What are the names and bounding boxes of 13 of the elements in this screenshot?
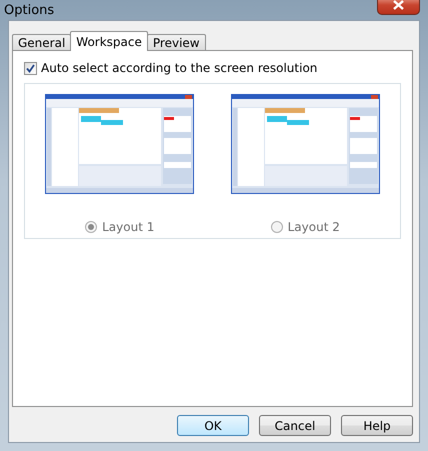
checkbox[interactable] (24, 62, 37, 74)
checkbox-label: Auto select according to the screen resolution (41, 61, 318, 75)
dialog-button[interactable]: Help (341, 415, 413, 436)
radio-label: Layout 1 (102, 220, 154, 234)
dialog-button[interactable]: Cancel (259, 415, 331, 436)
close-icon (393, 0, 404, 10)
dialog-button[interactable]: OK (177, 415, 249, 436)
tab[interactable]: General (12, 34, 72, 51)
radio-label: Layout 2 (288, 220, 340, 234)
tab[interactable]: Workspace (70, 31, 148, 51)
close-button[interactable] (377, 0, 420, 15)
tab[interactable]: Preview (146, 34, 206, 51)
window-title: Options (4, 2, 54, 18)
